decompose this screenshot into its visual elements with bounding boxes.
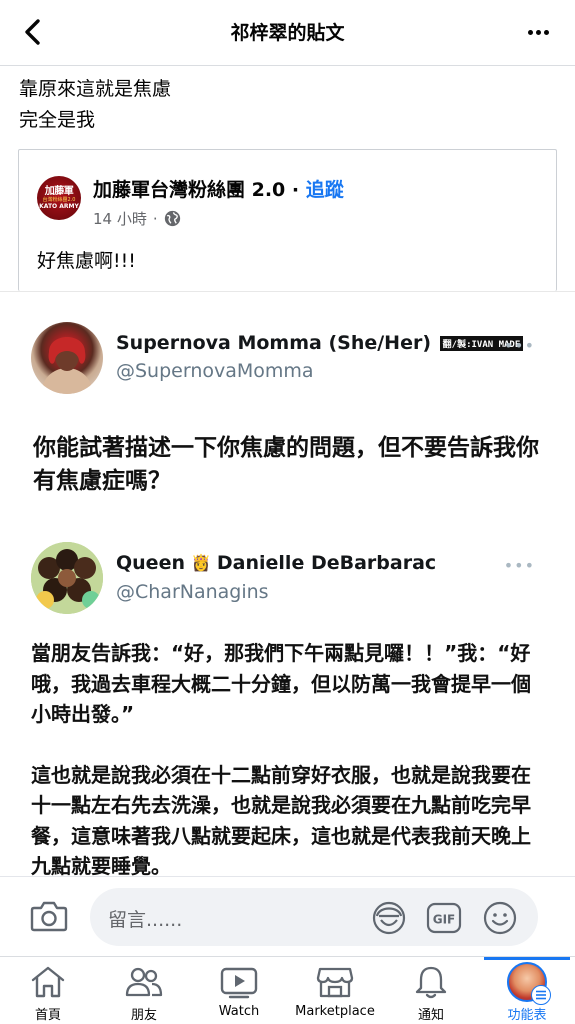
friends-icon: [124, 963, 164, 1001]
bottom-tab-bar: 首頁 朋友 Watch Marketplace 通知 功能表: [0, 956, 575, 1024]
crown-icon: 👸: [190, 553, 211, 572]
tweet-handle: @SupernovaMomma: [116, 360, 314, 382]
tweet-author-name-part: Queen: [116, 552, 185, 574]
comment-placeholder: 留言......: [108, 909, 183, 931]
camera-icon: [30, 901, 68, 932]
tweet-paragraph: 這也就是說我必須在十二點前穿好衣服，也就是說我要在十一點左右先去洗澡，也就是說我…: [31, 762, 531, 879]
marketplace-icon: [315, 963, 355, 1001]
more-icon: •••: [503, 336, 535, 355]
dot-icon: [535, 29, 541, 35]
active-tab-indicator: [484, 957, 570, 960]
page-name-link[interactable]: 加藤軍台灣粉絲團 2.0: [93, 179, 285, 201]
dot-icon: [543, 29, 549, 35]
svg-text:GIF: GIF: [433, 913, 456, 927]
post-text-line: 完全是我: [19, 109, 96, 131]
avatar-logo-text: 加藤軍: [44, 186, 74, 197]
home-icon: [28, 963, 68, 1001]
tab-friends[interactable]: 朋友: [96, 963, 192, 1023]
tab-home[interactable]: 首頁: [0, 963, 96, 1023]
person-avatar-icon: [41, 337, 93, 394]
post-text-line: 靠原來這就是焦慮: [19, 78, 172, 100]
gif-button[interactable]: GIF: [426, 900, 462, 936]
comment-input[interactable]: 留言...... GIF: [90, 888, 538, 946]
tab-label: Watch: [218, 1004, 260, 1019]
tab-label: 功能表: [507, 1008, 547, 1023]
shared-post-text: 好焦慮啊!!!: [37, 250, 136, 272]
post-time[interactable]: 14 小時: [93, 208, 147, 229]
page-title: 祁梓翠的貼文: [230, 22, 345, 44]
globe-icon: [164, 210, 180, 227]
avatar-sticker-button[interactable]: [371, 900, 407, 936]
tab-label: Marketplace: [295, 1004, 375, 1019]
dot-icon: [527, 29, 533, 35]
watch-icon: [219, 963, 259, 1001]
tab-menu[interactable]: 功能表: [479, 962, 575, 1023]
tab-label: 首頁: [34, 1008, 61, 1023]
more-icon: •••: [503, 556, 535, 575]
tweet-author-name-part: Danielle DeBarbarac: [216, 552, 437, 574]
meta-separator: ·: [152, 209, 158, 228]
tweet-body: 當朋友告訴我：“好，那我們下午兩點見囉！！”我：“好哦，我過去車程大概二十分鐘，…: [31, 638, 546, 912]
top-header: 祁梓翠的貼文: [0, 0, 575, 66]
name-separator: ·: [291, 179, 300, 201]
emoji-icon: [483, 901, 517, 935]
bell-icon: [411, 963, 451, 1001]
tweet-screenshot-image[interactable]: Supernova Momma (She/Her) 翻/製:IVAN MADE …: [0, 291, 575, 878]
more-options-button[interactable]: [523, 20, 553, 44]
tweet-handle: @CharNanagins: [116, 581, 269, 603]
tweet-author-name: Supernova Momma (She/Her) 翻/製:IVAN MADE: [116, 332, 524, 354]
tweet-author-name: Queen 👸 Danielle DeBarbarac: [116, 552, 436, 574]
tab-label: 朋友: [130, 1008, 157, 1023]
tweet-body: 你能試著描述一下你焦慮的問題，但不要告訴我你有焦慮症嗎？: [33, 435, 539, 494]
tweet-author-name-text: Supernova Momma (She/Her): [116, 332, 432, 354]
avatar-logo-brand: KATO ARMY: [39, 203, 79, 210]
comment-bar: 留言...... GIF: [0, 876, 575, 956]
profile-menu: [507, 962, 551, 1005]
tab-notifications[interactable]: 通知: [383, 963, 479, 1023]
page-avatar[interactable]: 加藤軍 台灣粉絲團2.0 KATO ARMY: [37, 176, 81, 220]
post-text: 靠原來這就是焦慮 完全是我: [19, 74, 171, 136]
avatar-sticker-icon: [372, 901, 406, 935]
profile-avatar: [507, 962, 551, 1005]
post-meta: 14 小時 ·: [93, 208, 181, 229]
tweet-avatar: [31, 542, 103, 614]
group-avatar-icon: [31, 542, 103, 614]
tweet-paragraph: 當朋友告訴我：“好，那我們下午兩點見囉！！”我：“好哦，我過去車程大概二十分鐘，…: [31, 641, 531, 726]
page-name-row: 加藤軍台灣粉絲團 2.0 · 追蹤: [93, 175, 344, 202]
emoji-button[interactable]: [482, 900, 518, 936]
gif-icon: GIF: [426, 902, 462, 934]
follow-button[interactable]: 追蹤: [306, 179, 344, 201]
shared-post-card[interactable]: 加藤軍 台灣粉絲團2.0 KATO ARMY 加藤軍台灣粉絲團 2.0 · 追蹤…: [18, 149, 557, 291]
tweet-avatar: [31, 322, 103, 394]
hamburger-menu-icon: [531, 985, 551, 1005]
camera-button[interactable]: [30, 899, 68, 933]
tab-label: 通知: [417, 1008, 444, 1023]
tab-marketplace[interactable]: Marketplace: [287, 963, 383, 1023]
tab-watch[interactable]: Watch: [191, 963, 287, 1023]
